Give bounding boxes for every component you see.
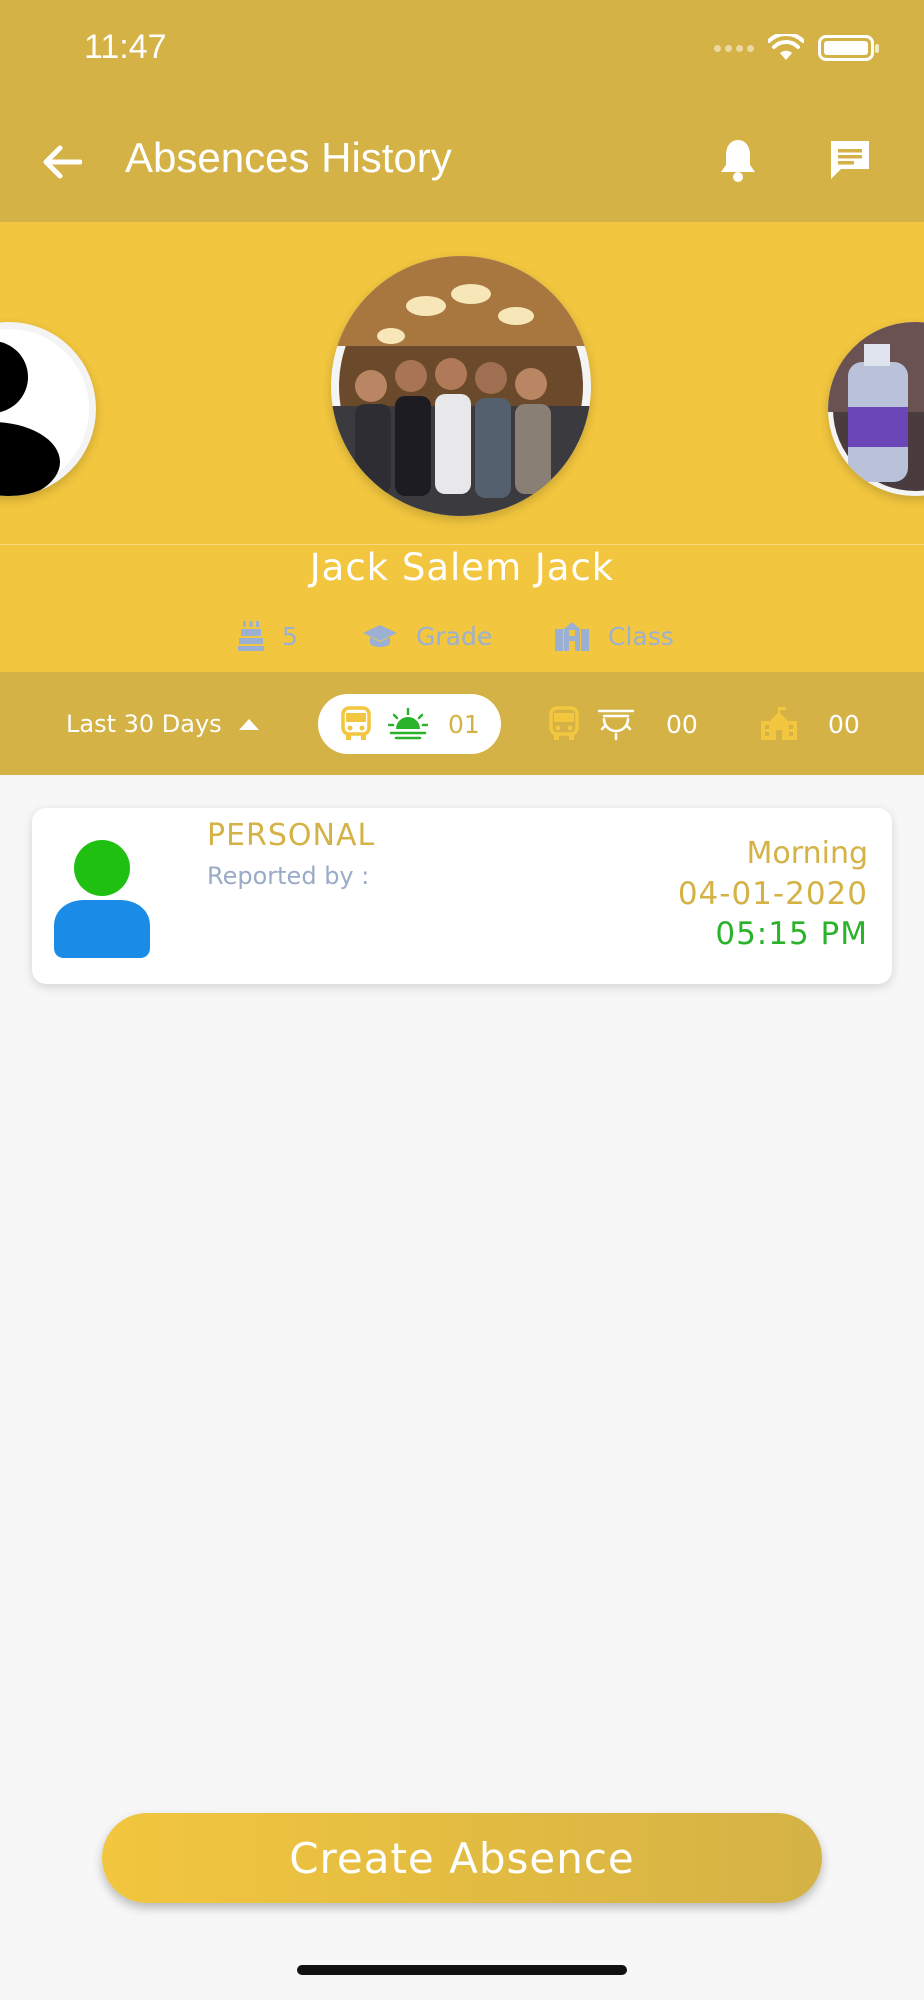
group-photo — [331, 256, 591, 516]
home-indicator — [297, 1965, 627, 1975]
student-class: Class — [554, 614, 674, 658]
birthday-cake-icon — [238, 621, 264, 651]
evening-count: 00 — [666, 709, 698, 739]
evening-bus-filter[interactable]: 00 — [548, 694, 698, 754]
divider — [0, 544, 924, 545]
caret-up-icon — [238, 719, 259, 730]
messages-button[interactable] — [824, 134, 876, 186]
wifi-icon — [768, 34, 804, 60]
signal-icon — [714, 44, 754, 52]
user-avatar-icon — [54, 840, 150, 958]
arrow-left-icon — [43, 145, 82, 179]
absence-time: 05:15 PM — [715, 916, 868, 952]
date-range-label: Last 30 Days — [66, 710, 222, 738]
default-avatar-icon — [0, 329, 89, 496]
student-grade: Grade — [362, 614, 492, 658]
notifications-button[interactable] — [712, 134, 764, 186]
school-building-icon — [761, 707, 797, 740]
student-avatar-previous[interactable] — [0, 322, 96, 496]
student-age: 5 — [238, 614, 298, 658]
status-time: 11:47 — [84, 28, 167, 66]
absence-card[interactable]: PERSONAL Reported by : Morning 04-01-202… — [32, 808, 892, 984]
absence-period: Morning — [746, 836, 868, 871]
sunrise-icon — [388, 707, 428, 740]
student-name: Jack Salem Jack — [309, 546, 615, 589]
status-indicators — [714, 34, 879, 62]
student-avatar-next[interactable] — [828, 322, 924, 496]
student-grade-value: Grade — [416, 621, 493, 651]
bus-icon — [341, 706, 371, 740]
reported-by: Reported by : — [207, 862, 370, 890]
graduation-cap-icon — [363, 625, 397, 647]
absence-reason: PERSONAL — [207, 818, 376, 853]
app-header: 11:47 Absences History — [0, 0, 924, 222]
student-meta: 5 Grade Class — [0, 614, 924, 658]
morning-count: 01 — [448, 709, 480, 739]
date-range-dropdown[interactable]: Last 30 Days — [66, 704, 260, 744]
filter-bar: Last 30 Days 01 00 00 — [0, 672, 924, 775]
bell-icon — [721, 140, 755, 182]
student-class-value: Class — [608, 621, 674, 651]
page-title: Absences History — [125, 134, 452, 181]
student-age-value: 5 — [282, 621, 298, 651]
create-absence-button[interactable]: Create Absence — [102, 1813, 822, 1903]
back-button[interactable] — [36, 136, 88, 188]
classroom-icon — [555, 622, 589, 651]
school-count: 00 — [828, 709, 860, 739]
chat-icon — [831, 141, 869, 179]
bus-icon — [549, 706, 579, 740]
bottle-photo — [828, 322, 924, 491]
student-avatar-current[interactable] — [331, 256, 591, 516]
morning-bus-filter[interactable]: 01 — [318, 694, 501, 754]
absence-date: 04-01-2020 — [677, 876, 868, 912]
school-filter[interactable]: 00 — [760, 694, 860, 754]
sunset-icon — [597, 709, 635, 741]
student-carousel: Jack Salem Jack 5 Grade Class — [0, 222, 924, 672]
battery-icon — [818, 35, 879, 61]
